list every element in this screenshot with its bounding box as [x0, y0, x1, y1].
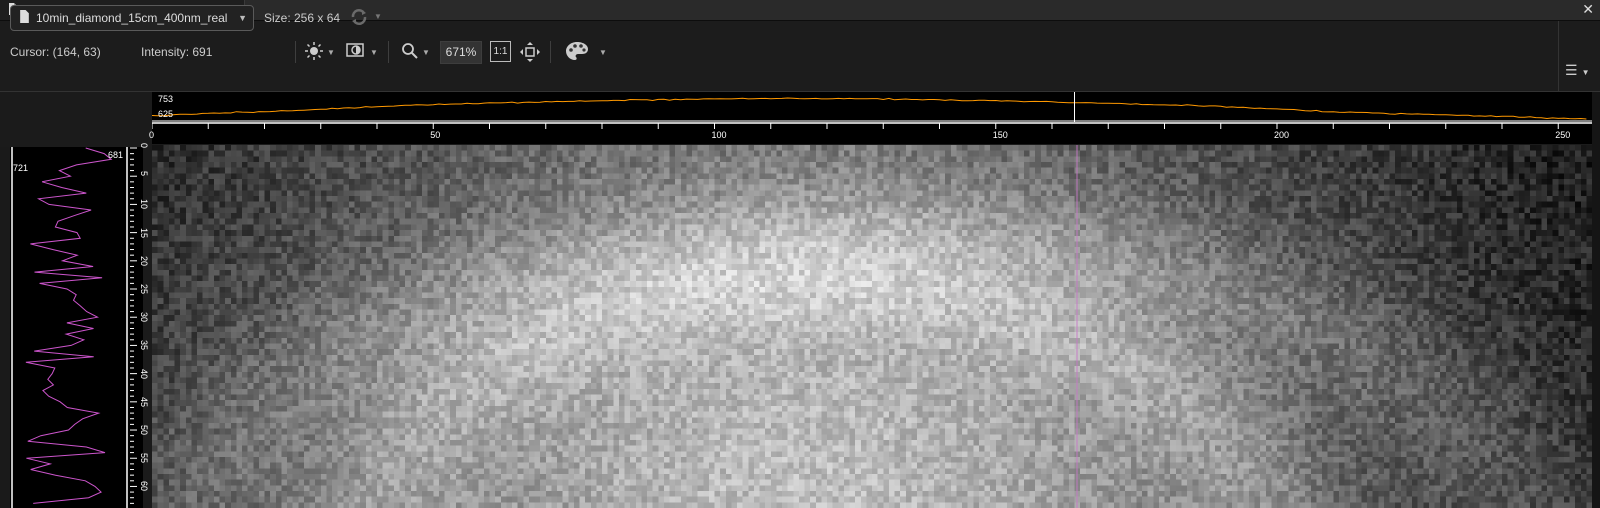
chevron-down-icon: ▼	[422, 47, 430, 57]
contrast-button[interactable]: ▼	[346, 41, 378, 63]
axis-tick-label: 40	[139, 368, 149, 379]
palette-button[interactable]: ▼	[565, 41, 607, 63]
axis-tick-label: 150	[992, 130, 1008, 140]
size-label: Size: 256 x 64	[264, 11, 341, 25]
right-edge	[1592, 92, 1600, 508]
brightness-icon	[305, 41, 323, 63]
profile-max-label: 753	[158, 94, 174, 104]
horizontal-profile-plot: 753 625	[152, 92, 1592, 122]
zoom-button[interactable]: ▼	[401, 41, 430, 63]
axis-tick-label: 0	[149, 130, 155, 140]
toolbar-divider	[550, 41, 551, 63]
close-window-icon[interactable]: ✕	[1582, 1, 1594, 18]
toolbar-divider	[295, 41, 296, 63]
file-select-label: 10min_diamond_15cm_400nm_real	[36, 11, 228, 25]
chevron-down-icon: ▼	[327, 47, 335, 57]
chevron-down-icon: ▼	[599, 47, 607, 57]
cursor-readout: Cursor: (164, 63)	[10, 45, 101, 59]
contrast-icon	[346, 42, 366, 63]
axis-tick-label: 200	[1274, 130, 1290, 140]
chevron-down-icon: ▼	[370, 47, 378, 57]
axis-tick-label: 100	[711, 130, 727, 140]
axis-tick-label: 50	[430, 130, 441, 140]
toolbar	[0, 21, 1600, 92]
menu-icon[interactable]: ☰ ▼	[1565, 62, 1589, 79]
vertical-profile-line	[25, 147, 113, 504]
axis-tick-label: 55	[139, 453, 149, 464]
image-viewport[interactable]	[152, 145, 1592, 508]
fit-icon[interactable]	[520, 42, 540, 65]
chevron-down-icon: ▼	[238, 13, 247, 23]
axis-tick-label: 15	[139, 227, 149, 238]
spectral-image[interactable]	[152, 145, 1592, 508]
cursor-crosshair-line	[1076, 145, 1079, 508]
vprofile-left-label: 721	[13, 163, 29, 173]
file-icon	[19, 10, 30, 26]
left-strip	[0, 147, 10, 508]
axis-tick-label: 30	[139, 312, 149, 323]
axis-tick-label: 20	[139, 255, 149, 266]
toolbar-divider	[388, 41, 389, 63]
axis-tick-label: 10	[139, 199, 149, 210]
axis-tick-label: 25	[139, 284, 149, 295]
axis-tick-label: 5	[139, 171, 149, 177]
zoom-level-field[interactable]: 671%	[440, 41, 482, 64]
palette-icon	[565, 41, 589, 64]
file-select-dropdown[interactable]: 10min_diamond_15cm_400nm_real ▼	[10, 5, 254, 31]
horizontal-axis: 0 50 100 150 200 250	[149, 122, 1592, 144]
zoom-icon	[401, 42, 418, 62]
toolbar-divider	[1558, 21, 1559, 91]
axis-tick-label: 45	[139, 396, 149, 407]
refresh-dropdown-icon[interactable]: ▼	[374, 12, 382, 21]
axis-tick-label: 35	[139, 340, 149, 351]
horizontal-profile-line	[152, 97, 1587, 120]
intensity-readout: Intensity: 691	[141, 45, 213, 59]
axis-tick-label: 0	[139, 143, 149, 149]
axis-tick-label: 250	[1555, 130, 1571, 140]
brightness-button[interactable]: ▼	[305, 41, 335, 63]
axis-tick-label: 50	[139, 425, 149, 436]
refresh-icon[interactable]	[348, 6, 370, 28]
vertical-profile-plot: 721 681 0 5 10 15 20 25 30 35 40 45 50 55 60	[10, 143, 149, 508]
profile-min-label: 625	[158, 109, 174, 119]
axis-tick-label: 60	[139, 481, 149, 492]
vprofile-top-label: 681	[108, 150, 124, 160]
actual-size-button[interactable]: 1:1	[490, 41, 511, 62]
